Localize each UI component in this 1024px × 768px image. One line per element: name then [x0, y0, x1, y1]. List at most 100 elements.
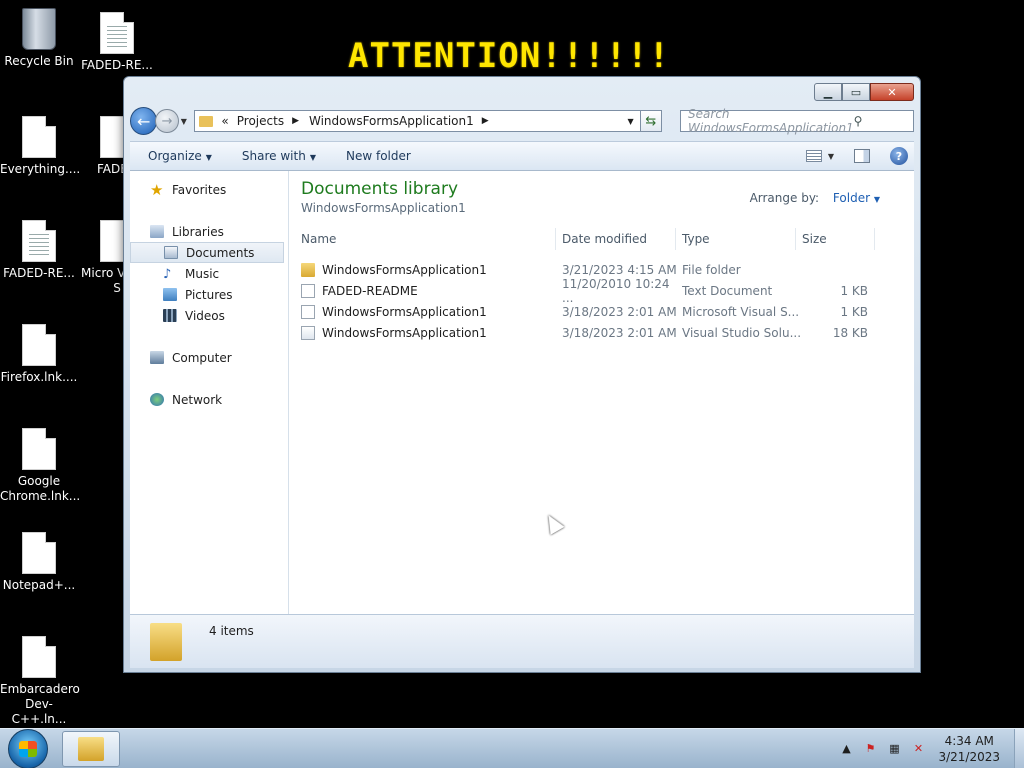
file-size: 1 KB: [840, 283, 868, 298]
address-bar[interactable]: « Projects ▶ WindowsFormsApplication1 ▶ …: [194, 110, 641, 132]
clock[interactable]: 4:34 AM 3/21/2023: [938, 733, 1000, 765]
start-button[interactable]: [8, 728, 48, 768]
desktop-icon-devcpp[interactable]: Embarcadero Dev-C++.ln...: [0, 636, 80, 727]
desktop-icon-firefox[interactable]: Firefox.lnk....: [0, 324, 78, 385]
file-icon: [301, 304, 315, 319]
desktop-icon-label: Embarcadero Dev-C++.ln...: [0, 682, 80, 726]
library-subtitle: WindowsFormsApplication1: [301, 201, 466, 215]
solution-file-icon: [301, 325, 315, 340]
text-file-icon: [301, 283, 315, 298]
attention-banner: ATTENTION!!!!!!: [348, 36, 671, 76]
library-header: Documents library WindowsFormsApplicatio…: [301, 179, 466, 215]
star-icon: ★: [150, 180, 164, 199]
file-row[interactable]: FADED-README 11/20/2010 10:24 ... Text D…: [301, 277, 895, 305]
file-icon: [22, 324, 56, 366]
desktop-icon-everything[interactable]: Everything....: [0, 116, 81, 177]
nav-item-computer[interactable]: Computer: [130, 347, 288, 368]
search-box[interactable]: Search WindowsFormsApplication1 ⚲: [680, 107, 914, 135]
nav-label: Pictures: [185, 287, 233, 302]
desktop-icon-label: Recycle Bin: [4, 54, 74, 68]
address-history-dropdown[interactable]: ▼: [627, 117, 633, 126]
forward-button[interactable]: →: [155, 109, 179, 133]
nav-item-favorites[interactable]: ★ Favorites: [130, 179, 288, 200]
breadcrumb-arrow-icon[interactable]: ▶: [292, 116, 299, 126]
breadcrumb-overflow[interactable]: «: [221, 114, 228, 128]
windows-logo-icon: [19, 740, 37, 757]
organize-button[interactable]: Organize ▼: [148, 149, 212, 163]
file-name: WindowsFormsApplication1: [322, 325, 487, 340]
desktop-icon-chrome[interactable]: Google Chrome.lnk...: [0, 428, 81, 504]
file-size: 18 KB: [832, 325, 868, 340]
chevron-down-icon: ▼: [180, 116, 187, 126]
music-icon: ♪: [163, 267, 172, 282]
desktop-icon-label: Everything....: [0, 162, 81, 176]
file-row[interactable]: WindowsFormsApplication1 3/18/2023 2:01 …: [301, 301, 895, 322]
organize-label: Organize: [148, 149, 202, 163]
new-folder-button[interactable]: New folder: [346, 149, 411, 163]
item-count: 4 items: [209, 623, 254, 638]
desktop-icon-faded-readme-2[interactable]: FADED-RE...: [0, 220, 78, 281]
file-icon: [22, 428, 56, 470]
explorer-window: ▁ ▭ ✕ ← → ▼ « Projects ▶ WindowsFormsApp…: [123, 76, 921, 673]
desktop-icon-label: Google Chrome.lnk...: [0, 474, 81, 503]
share-with-button[interactable]: Share with ▼: [242, 149, 316, 163]
column-header-name[interactable]: Name: [301, 228, 556, 250]
breadcrumb-projects[interactable]: Projects: [237, 114, 284, 128]
maximize-button[interactable]: ▭: [842, 83, 870, 101]
text-file-icon: [100, 12, 134, 54]
search-icon[interactable]: ⚲: [854, 114, 913, 128]
volume-muted-icon[interactable]: ✕: [910, 741, 926, 757]
nav-item-pictures[interactable]: Pictures: [130, 284, 288, 305]
help-icon[interactable]: ?: [890, 147, 908, 165]
nav-item-videos[interactable]: Videos: [130, 305, 288, 326]
nav-label: Libraries: [172, 224, 224, 239]
nav-label: Documents: [186, 245, 255, 260]
recycle-bin-icon: [22, 8, 56, 50]
arrange-value: Folder: [832, 191, 871, 205]
view-dropdown-icon[interactable]: ▼: [828, 152, 834, 161]
action-center-flag-icon[interactable]: ⚑: [862, 741, 878, 757]
nav-label: Music: [185, 266, 220, 281]
desktop-icon-recycle-bin[interactable]: Recycle Bin: [0, 8, 78, 69]
column-header-date[interactable]: Date modified: [556, 228, 676, 250]
file-name: WindowsFormsApplication1: [322, 262, 487, 277]
folder-icon: [199, 115, 214, 127]
network-status-icon[interactable]: ▦: [886, 741, 902, 757]
folder-icon: [301, 262, 315, 277]
close-button[interactable]: ✕: [870, 83, 914, 101]
file-date: 3/18/2023 2:01 AM: [562, 325, 677, 340]
search-input[interactable]: Search WindowsFormsApplication1: [688, 107, 854, 135]
file-row[interactable]: WindowsFormsApplication1 3/18/2023 2:01 …: [301, 322, 895, 343]
chevron-down-icon: ▼: [309, 153, 316, 162]
minimize-button[interactable]: ▁: [814, 83, 842, 101]
minimize-icon: ▁: [823, 85, 833, 99]
breadcrumb-arrow-icon[interactable]: ▶: [482, 116, 489, 126]
documents-icon: [164, 246, 178, 259]
file-type: Text Document: [682, 283, 773, 298]
back-button[interactable]: ←: [130, 107, 158, 135]
recent-pages-dropdown[interactable]: ▼: [181, 117, 193, 126]
file-type: Visual Studio Solu...: [682, 325, 802, 340]
preview-pane-icon[interactable]: [854, 149, 870, 163]
column-header-type[interactable]: Type: [676, 228, 796, 250]
show-desktop-button[interactable]: [1014, 728, 1024, 768]
arrange-by: Arrange by: Folder ▼: [750, 191, 880, 205]
show-hidden-icons-button[interactable]: ▲: [838, 741, 854, 757]
nav-item-documents[interactable]: Documents: [130, 242, 284, 263]
refresh-button[interactable]: ⇆: [640, 110, 663, 132]
desktop-icon-notepad[interactable]: Notepad+...: [0, 532, 78, 593]
nav-item-network[interactable]: Network: [130, 389, 288, 410]
breadcrumb-current[interactable]: WindowsFormsApplication1: [309, 114, 474, 128]
desktop-icon-label: Firefox.lnk....: [0, 370, 78, 384]
window-body: ★ Favorites Libraries Documents ♪ Music Pi…: [130, 171, 914, 614]
nav-item-music[interactable]: ♪ Music: [130, 263, 288, 284]
column-header-size[interactable]: Size: [796, 228, 875, 250]
taskbar-explorer-button[interactable]: [62, 730, 120, 767]
maximize-icon: ▭: [850, 85, 862, 99]
desktop-icon-faded-readme-1[interactable]: FADED-RE...: [78, 12, 156, 73]
view-options-icon[interactable]: [805, 150, 822, 162]
forward-arrow-icon: →: [161, 113, 173, 129]
nav-label: Computer: [172, 350, 232, 365]
arrange-by-dropdown[interactable]: Folder ▼: [833, 191, 880, 205]
nav-item-libraries[interactable]: Libraries: [130, 221, 288, 242]
